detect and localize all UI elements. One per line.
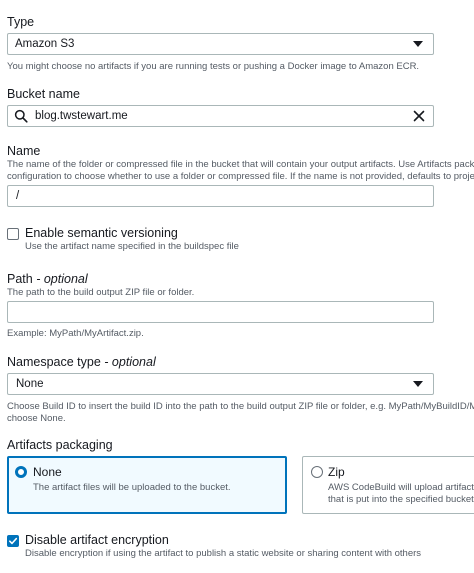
- path-example: Example: MyPath/MyArtifact.zip.: [7, 328, 144, 339]
- name-input-value: /: [16, 190, 20, 202]
- path-label: Path - optional: [7, 272, 88, 286]
- bucket-search-input[interactable]: blog.twstewart.me: [7, 105, 434, 127]
- path-input[interactable]: [7, 301, 434, 323]
- packaging-none-description: The artifact files will be uploaded to t…: [33, 482, 231, 493]
- radio-selected-icon: [15, 466, 27, 478]
- namespace-label: Namespace type - optional: [7, 355, 156, 369]
- namespace-select[interactable]: None: [7, 373, 434, 395]
- bucket-value: blog.twstewart.me: [35, 110, 128, 122]
- check-icon: [8, 537, 18, 545]
- path-description: The path to the build output ZIP file or…: [7, 287, 195, 298]
- name-description-line-2: configuration to choose whether to use a…: [7, 171, 474, 182]
- semantic-versioning-description: Use the artifact name specified in the b…: [25, 241, 239, 252]
- name-input[interactable]: /: [7, 185, 434, 207]
- packaging-none-title: None: [33, 465, 62, 479]
- bucket-label: Bucket name: [7, 87, 80, 101]
- caret-down-icon: [413, 41, 423, 47]
- type-label: Type: [7, 15, 35, 29]
- clear-icon[interactable]: [413, 110, 425, 122]
- search-icon: [14, 109, 28, 123]
- semantic-versioning-label: Enable semantic versioning: [25, 226, 178, 240]
- type-description: You might choose no artifacts if you are…: [7, 61, 420, 72]
- type-select[interactable]: Amazon S3: [7, 33, 434, 55]
- namespace-select-value: None: [16, 378, 44, 390]
- namespace-optional-text: - optional: [104, 355, 156, 369]
- type-select-value: Amazon S3: [15, 38, 75, 50]
- disable-encryption-label: Disable artifact encryption: [25, 533, 169, 547]
- semantic-versioning-checkbox[interactable]: [7, 228, 19, 240]
- path-label-text: Path: [7, 272, 33, 286]
- packaging-label: Artifacts packaging: [7, 438, 113, 452]
- namespace-description-line-2: choose None.: [7, 413, 66, 424]
- packaging-zip-title: Zip: [328, 465, 345, 479]
- packaging-zip-description-line-2: that is put into the specified bucket: [328, 494, 474, 505]
- packaging-option-none[interactable]: None The artifact files will be uploaded…: [7, 456, 287, 514]
- disable-encryption-checkbox[interactable]: [7, 535, 19, 547]
- packaging-option-zip[interactable]: Zip AWS CodeBuild will upload artifact t…: [302, 456, 474, 514]
- namespace-label-text: Namespace type: [7, 355, 101, 369]
- namespace-description-line-1: Choose Build ID to insert the build ID i…: [7, 401, 474, 412]
- radio-unselected-icon: [311, 466, 323, 478]
- name-label: Name: [7, 144, 41, 158]
- path-optional-text: - optional: [36, 272, 88, 286]
- disable-encryption-description: Disable encryption if using the artifact…: [25, 548, 422, 559]
- caret-down-icon: [413, 381, 423, 387]
